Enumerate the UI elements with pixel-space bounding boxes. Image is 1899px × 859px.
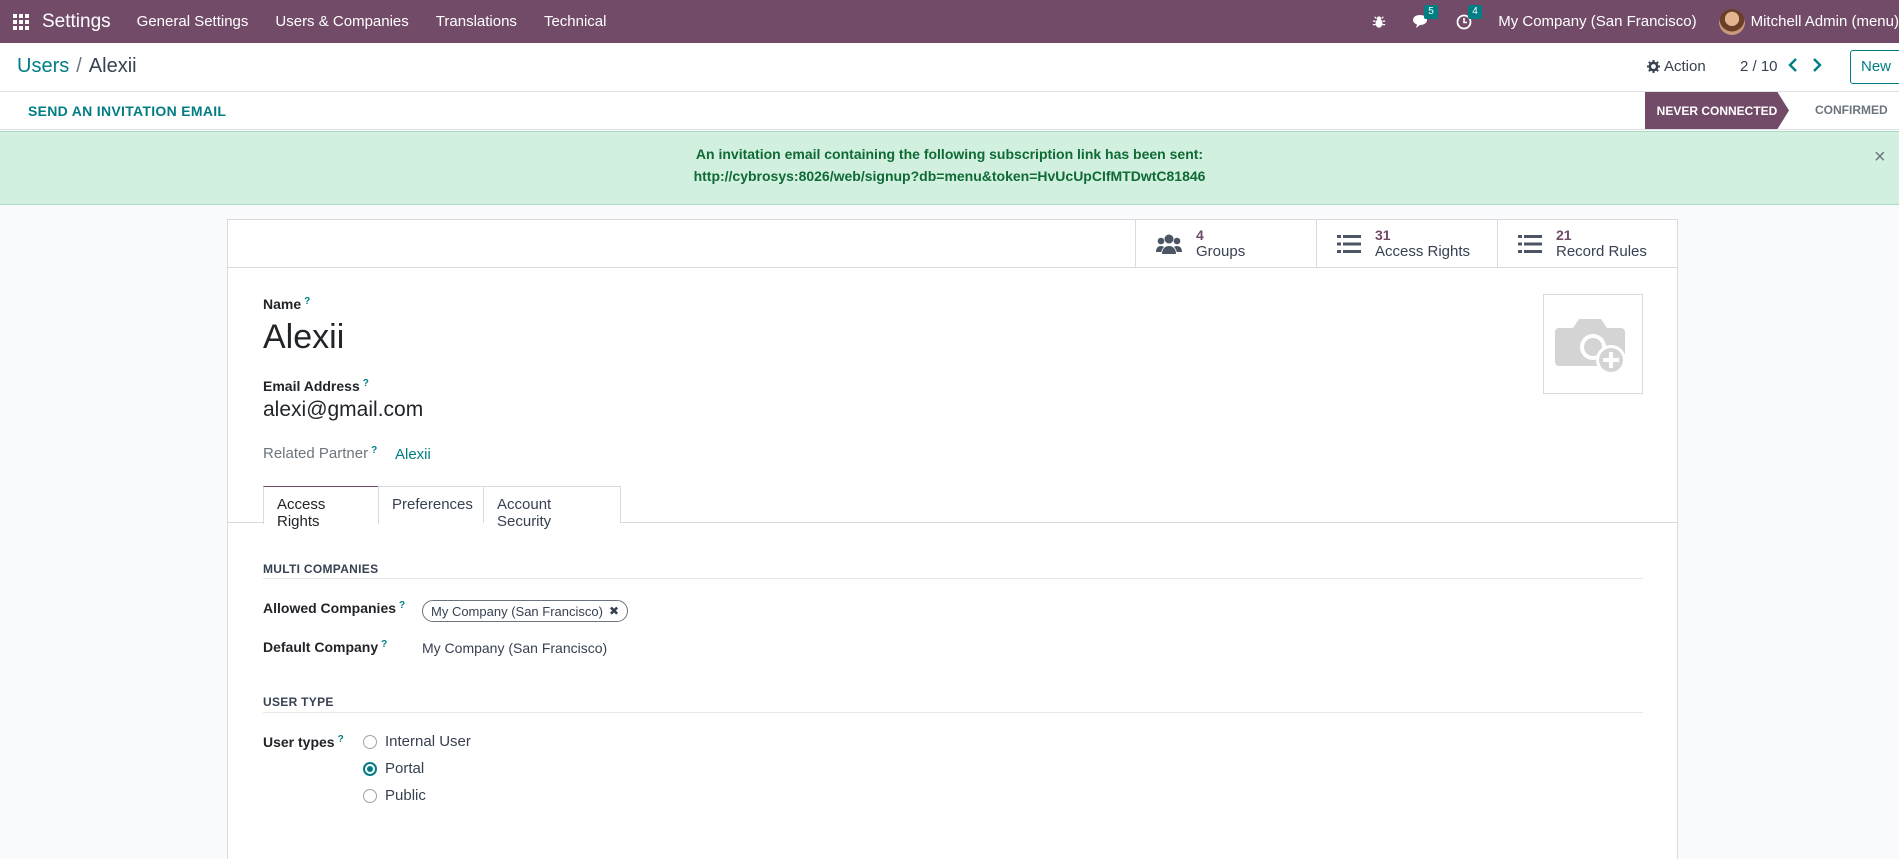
menu-general-settings[interactable]: General Settings	[137, 13, 249, 30]
breadcrumb: Users / Alexii	[17, 55, 137, 78]
radio-internal-user[interactable]: Internal User	[363, 733, 471, 750]
stage-never-connected[interactable]: NEVER CONNECTED	[1645, 92, 1789, 129]
groups-count: 4	[1196, 226, 1204, 243]
debug-bug-icon[interactable]	[1372, 15, 1386, 29]
top-navbar: Settings General Settings Users & Compan…	[0, 0, 1899, 43]
allowed-companies-label: Allowed Companies?	[263, 600, 406, 616]
record-rules-stat-button[interactable]: 21 Record Rules	[1497, 220, 1679, 267]
navbar-systray: 5 4 My Company (San Francisco) Mitchell …	[1372, 0, 1899, 43]
invitation-sent-alert: An invitation email containing the follo…	[0, 131, 1899, 205]
breadcrumb-separator: /	[76, 55, 82, 77]
alert-close-icon[interactable]: ×	[1874, 146, 1886, 169]
activities-count-badge: 4	[1468, 4, 1482, 19]
notebook-tabs: Access Rights Preferences Account Securi…	[228, 486, 1677, 530]
pager-previous-icon[interactable]	[1788, 58, 1798, 75]
allowed-company-tag: My Company (San Francisco) ✖	[422, 600, 629, 622]
messages-count-badge: 5	[1424, 4, 1438, 19]
list-icon	[1337, 234, 1361, 253]
camera-add-icon	[1555, 319, 1626, 375]
alert-signup-link[interactable]: http://cybrosys:8026/web/signup?db=menu&…	[0, 168, 1899, 184]
radio-label: Portal	[385, 760, 425, 777]
breadcrumb-users-link[interactable]: Users	[17, 55, 69, 77]
user-types-label: User types?	[263, 734, 344, 750]
help-tooltip-icon[interactable]: ?	[338, 734, 344, 745]
user-avatar[interactable]	[1718, 8, 1745, 35]
messages-icon[interactable]: 5	[1412, 4, 1438, 30]
users-group-icon	[1156, 234, 1182, 254]
email-label: Email Address?	[263, 378, 369, 394]
groups-stat-button[interactable]: 4 Groups	[1135, 220, 1317, 267]
activities-clock-icon[interactable]: 4	[1456, 4, 1482, 30]
email-field[interactable]: alexi@gmail.com	[263, 398, 423, 422]
breadcrumb-current: Alexii	[88, 55, 137, 77]
default-company-field[interactable]: My Company (San Francisco)	[422, 640, 607, 656]
access-rights-label: Access Rights	[1375, 242, 1471, 260]
alert-message: An invitation email containing the follo…	[695, 146, 1204, 162]
gear-icon	[1647, 60, 1660, 73]
new-button[interactable]: New	[1850, 50, 1899, 84]
section-divider	[263, 578, 1643, 579]
smart-buttons-bar: 4 Groups 31 Access Rights 21 Record Rule…	[228, 220, 1677, 268]
pager-next-icon[interactable]	[1812, 58, 1822, 75]
list-icon	[1518, 234, 1542, 253]
tab-access-rights[interactable]: Access Rights	[263, 486, 379, 530]
access-rights-count: 31	[1375, 226, 1391, 243]
radio-button[interactable]	[363, 734, 377, 749]
control-panel: Users / Alexii Action 2 / 10 New	[0, 43, 1899, 92]
app-name[interactable]: Settings	[42, 11, 111, 33]
radio-label: Public	[385, 787, 426, 804]
form-statusbar: SEND AN INVITATION EMAIL NEVER CONNECTED…	[0, 92, 1899, 130]
allowed-company-tag-label: My Company (San Francisco)	[431, 604, 603, 619]
help-tooltip-icon[interactable]: ?	[399, 600, 405, 611]
radio-portal[interactable]: Portal	[363, 760, 424, 777]
tab-account-security[interactable]: Account Security	[483, 486, 621, 530]
action-button[interactable]: Action	[1647, 58, 1706, 75]
multi-companies-title: MULTI COMPANIES	[263, 562, 379, 576]
tag-remove-icon[interactable]: ✖	[609, 604, 619, 621]
stage-confirmed[interactable]: CONFIRMED	[1815, 103, 1888, 117]
radio-button-checked[interactable]	[363, 761, 377, 776]
tab-preferences[interactable]: Preferences	[378, 486, 484, 523]
related-partner-link[interactable]: Alexii	[395, 446, 431, 463]
user-menu[interactable]: Mitchell Admin (menu)	[1751, 13, 1899, 30]
groups-label: Groups	[1196, 242, 1246, 260]
default-company-label: Default Company?	[263, 639, 388, 655]
send-invitation-email-button[interactable]: SEND AN INVITATION EMAIL	[28, 103, 226, 119]
related-partner-label: Related Partner?	[263, 445, 378, 462]
user-type-title: USER TYPE	[263, 695, 334, 709]
help-tooltip-icon[interactable]: ?	[371, 445, 377, 456]
radio-label: Internal User	[385, 733, 471, 750]
menu-translations[interactable]: Translations	[436, 13, 517, 30]
name-label: Name?	[263, 296, 311, 312]
menu-users-companies[interactable]: Users & Companies	[275, 13, 408, 30]
menu-technical[interactable]: Technical	[544, 13, 607, 30]
access-rights-stat-button[interactable]: 31 Access Rights	[1316, 220, 1498, 267]
section-divider	[263, 712, 1643, 713]
help-tooltip-icon[interactable]: ?	[304, 296, 310, 307]
form-sheet: 4 Groups 31 Access Rights 21 Record Rule…	[227, 219, 1678, 859]
name-field[interactable]: Alexii	[263, 318, 344, 357]
record-rules-count: 21	[1556, 226, 1572, 243]
radio-public[interactable]: Public	[363, 787, 426, 804]
apps-menu-icon[interactable]	[0, 0, 42, 43]
radio-button[interactable]	[363, 788, 377, 803]
avatar-upload[interactable]	[1543, 294, 1643, 394]
record-rules-label: Record Rules	[1556, 242, 1647, 260]
help-tooltip-icon[interactable]: ?	[363, 378, 369, 389]
help-tooltip-icon[interactable]: ?	[381, 639, 387, 650]
action-label: Action	[1664, 58, 1706, 75]
company-switcher[interactable]: My Company (San Francisco)	[1498, 13, 1696, 30]
pager-value[interactable]: 2 / 10	[1740, 58, 1778, 75]
